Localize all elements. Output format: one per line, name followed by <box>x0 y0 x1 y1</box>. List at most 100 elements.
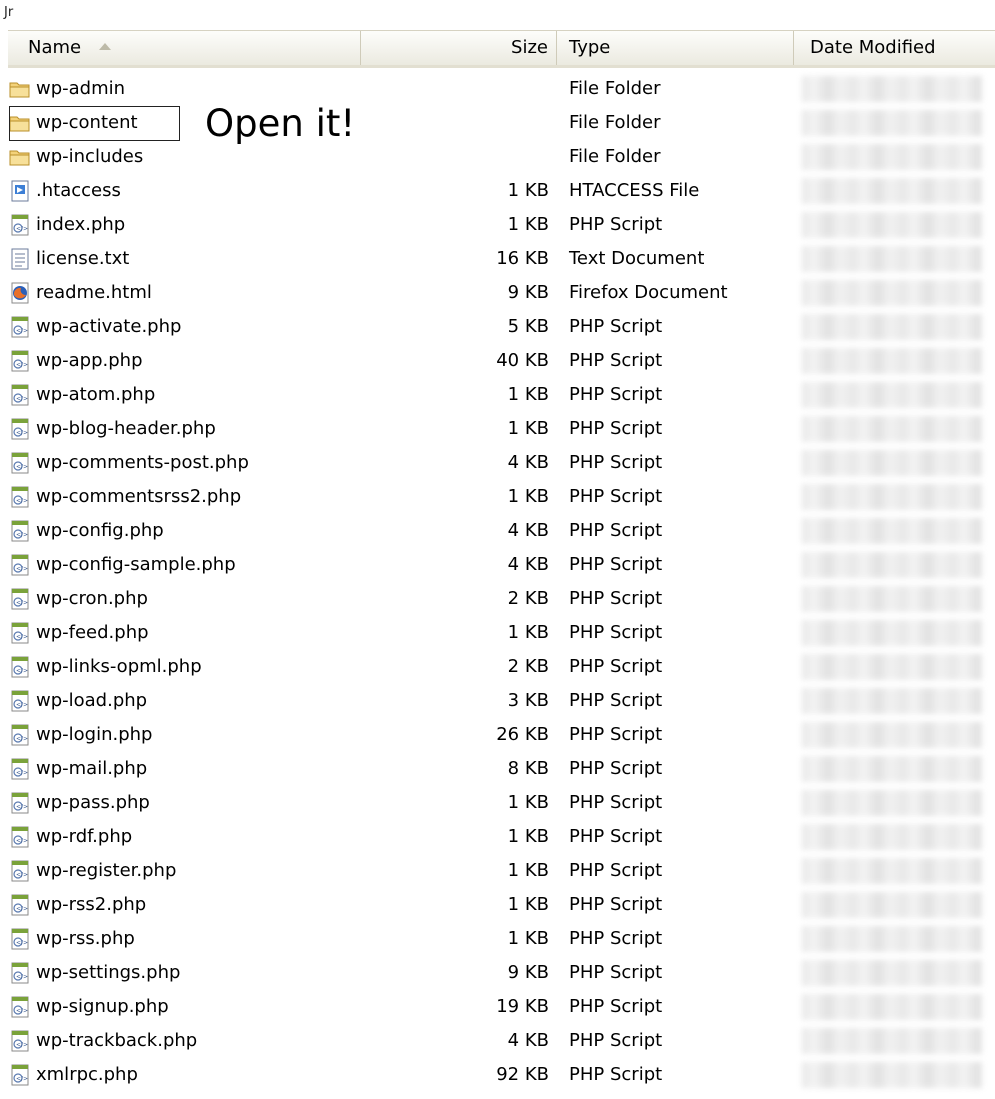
file-row[interactable]: </> wp-rss2.php 1 KB PHP Script <box>8 888 995 922</box>
file-name: wp-signup.php <box>36 996 169 1017</box>
file-row[interactable]: </> wp-pass.php 1 KB PHP Script <box>8 786 995 820</box>
file-name-cell[interactable]: wp-admin <box>8 72 125 106</box>
column-header-type[interactable]: Type <box>557 31 794 65</box>
svg-text:</>: </> <box>16 770 28 777</box>
file-row[interactable]: .htaccess 1 KB HTACCESS File <box>8 174 995 208</box>
file-name-cell[interactable]: </> wp-links-opml.php <box>8 650 202 684</box>
file-row[interactable]: </> index.php 1 KB PHP Script <box>8 208 995 242</box>
date-modified-blurred <box>802 1062 982 1088</box>
column-header-name-label: Name <box>28 37 82 58</box>
file-row[interactable]: </> wp-blog-header.php 1 KB PHP Script <box>8 412 995 446</box>
file-type: PHP Script <box>569 554 663 575</box>
column-header-bar: Name Size Type Date Modified <box>8 30 995 68</box>
file-name-cell[interactable]: readme.html <box>8 276 152 310</box>
file-type: PHP Script <box>569 724 663 745</box>
file-row[interactable]: </> wp-feed.php 1 KB PHP Script <box>8 616 995 650</box>
file-size: 1 KB <box>507 622 549 643</box>
file-name-cell[interactable]: </> wp-pass.php <box>8 786 150 820</box>
file-size: 1 KB <box>507 418 549 439</box>
file-row[interactable]: license.txt 16 KB Text Document <box>8 242 995 276</box>
file-row[interactable]: </> wp-atom.php 1 KB PHP Script <box>8 378 995 412</box>
file-type: PHP Script <box>569 928 663 949</box>
file-name-cell[interactable]: </> wp-activate.php <box>8 310 181 344</box>
date-modified-blurred <box>802 76 982 102</box>
file-type: PHP Script <box>569 860 663 881</box>
column-header-date-modified[interactable]: Date Modified <box>794 31 995 65</box>
folder-icon <box>8 145 32 169</box>
firefox-document-icon <box>8 281 32 305</box>
svg-text:</>: </> <box>16 328 28 335</box>
file-name-cell[interactable]: </> wp-rss.php <box>8 922 135 956</box>
file-row[interactable]: </> wp-trackback.php 4 KB PHP Script <box>8 1024 995 1058</box>
file-name-cell[interactable]: </> xmlrpc.php <box>8 1058 138 1092</box>
file-name-cell[interactable]: </> wp-mail.php <box>8 752 147 786</box>
file-name-cell[interactable]: </> wp-trackback.php <box>8 1024 197 1058</box>
file-row[interactable]: wp-content File Folder <box>8 106 995 140</box>
file-type: Firefox Document <box>569 282 728 303</box>
file-name-cell[interactable]: </> wp-config.php <box>8 514 164 548</box>
file-name-cell[interactable]: .htaccess <box>8 174 121 208</box>
file-row[interactable]: </> wp-commentsrss2.php 1 KB PHP Script <box>8 480 995 514</box>
file-row[interactable]: </> wp-cron.php 2 KB PHP Script <box>8 582 995 616</box>
title-fragment-text: Jr <box>4 5 14 20</box>
file-row[interactable]: </> wp-mail.php 8 KB PHP Script <box>8 752 995 786</box>
file-row[interactable]: wp-admin File Folder <box>8 72 995 106</box>
file-name: index.php <box>36 214 126 235</box>
file-name-cell[interactable]: </> wp-login.php <box>8 718 152 752</box>
file-name-cell[interactable]: </> wp-settings.php <box>8 956 180 990</box>
file-name-cell[interactable]: </> wp-rss2.php <box>8 888 146 922</box>
file-row[interactable]: </> wp-register.php 1 KB PHP Script <box>8 854 995 888</box>
file-name-cell[interactable]: </> wp-app.php <box>8 344 143 378</box>
file-row[interactable]: </> wp-load.php 3 KB PHP Script <box>8 684 995 718</box>
column-header-name[interactable]: Name <box>8 31 361 65</box>
svg-text:</>: </> <box>16 532 28 539</box>
file-type: PHP Script <box>569 1064 663 1085</box>
file-name-cell[interactable]: </> wp-rdf.php <box>8 820 132 854</box>
date-modified-blurred <box>802 960 982 986</box>
file-name-cell[interactable]: </> index.php <box>8 208 125 242</box>
file-name-cell[interactable]: wp-content <box>8 106 138 140</box>
file-row[interactable]: </> wp-rss.php 1 KB PHP Script <box>8 922 995 956</box>
file-name-cell[interactable]: </> wp-cron.php <box>8 582 148 616</box>
file-name-cell[interactable]: </> wp-register.php <box>8 854 176 888</box>
file-name-cell[interactable]: </> wp-atom.php <box>8 378 155 412</box>
svg-text:</>: </> <box>16 464 28 471</box>
column-header-size[interactable]: Size <box>361 31 557 65</box>
file-row[interactable]: </> wp-config.php 4 KB PHP Script <box>8 514 995 548</box>
file-name-cell[interactable]: </> wp-signup.php <box>8 990 169 1024</box>
file-row[interactable]: </> wp-settings.php 9 KB PHP Script <box>8 956 995 990</box>
file-row[interactable]: readme.html 9 KB Firefox Document <box>8 276 995 310</box>
file-name-cell[interactable]: </> wp-commentsrss2.php <box>8 480 241 514</box>
file-row[interactable]: </> wp-config-sample.php 4 KB PHP Script <box>8 548 995 582</box>
file-row[interactable]: </> wp-app.php 40 KB PHP Script <box>8 344 995 378</box>
date-modified-blurred <box>802 484 982 510</box>
svg-text:</>: </> <box>16 1076 28 1083</box>
date-modified-blurred <box>802 212 982 238</box>
file-name-cell[interactable]: </> wp-blog-header.php <box>8 412 216 446</box>
file-row[interactable]: </> xmlrpc.php 92 KB PHP Script <box>8 1058 995 1092</box>
file-name: wp-comments-post.php <box>36 452 249 473</box>
file-name-cell[interactable]: </> wp-load.php <box>8 684 147 718</box>
file-name-cell[interactable]: </> wp-comments-post.php <box>8 446 249 480</box>
php-script-icon: </> <box>8 1063 32 1087</box>
file-type: HTACCESS File <box>569 180 700 201</box>
file-row[interactable]: </> wp-signup.php 19 KB PHP Script <box>8 990 995 1024</box>
file-name-cell[interactable]: license.txt <box>8 242 129 276</box>
svg-text:</>: </> <box>16 872 28 879</box>
file-row[interactable]: wp-includes File Folder <box>8 140 995 174</box>
file-row[interactable]: </> wp-login.php 26 KB PHP Script <box>8 718 995 752</box>
file-row[interactable]: </> wp-activate.php 5 KB PHP Script <box>8 310 995 344</box>
file-row[interactable]: </> wp-rdf.php 1 KB PHP Script <box>8 820 995 854</box>
file-row[interactable]: </> wp-comments-post.php 4 KB PHP Script <box>8 446 995 480</box>
file-name-cell[interactable]: </> wp-feed.php <box>8 616 149 650</box>
svg-text:</>: </> <box>16 906 28 913</box>
date-modified-blurred <box>802 314 982 340</box>
file-name-cell[interactable]: </> wp-config-sample.php <box>8 548 236 582</box>
file-name: xmlrpc.php <box>36 1064 138 1085</box>
date-modified-blurred <box>802 280 982 306</box>
date-modified-blurred <box>802 756 982 782</box>
file-size: 9 KB <box>507 962 549 983</box>
file-name-cell[interactable]: wp-includes <box>8 140 143 174</box>
file-name: wp-config.php <box>36 520 164 541</box>
file-row[interactable]: </> wp-links-opml.php 2 KB PHP Script <box>8 650 995 684</box>
